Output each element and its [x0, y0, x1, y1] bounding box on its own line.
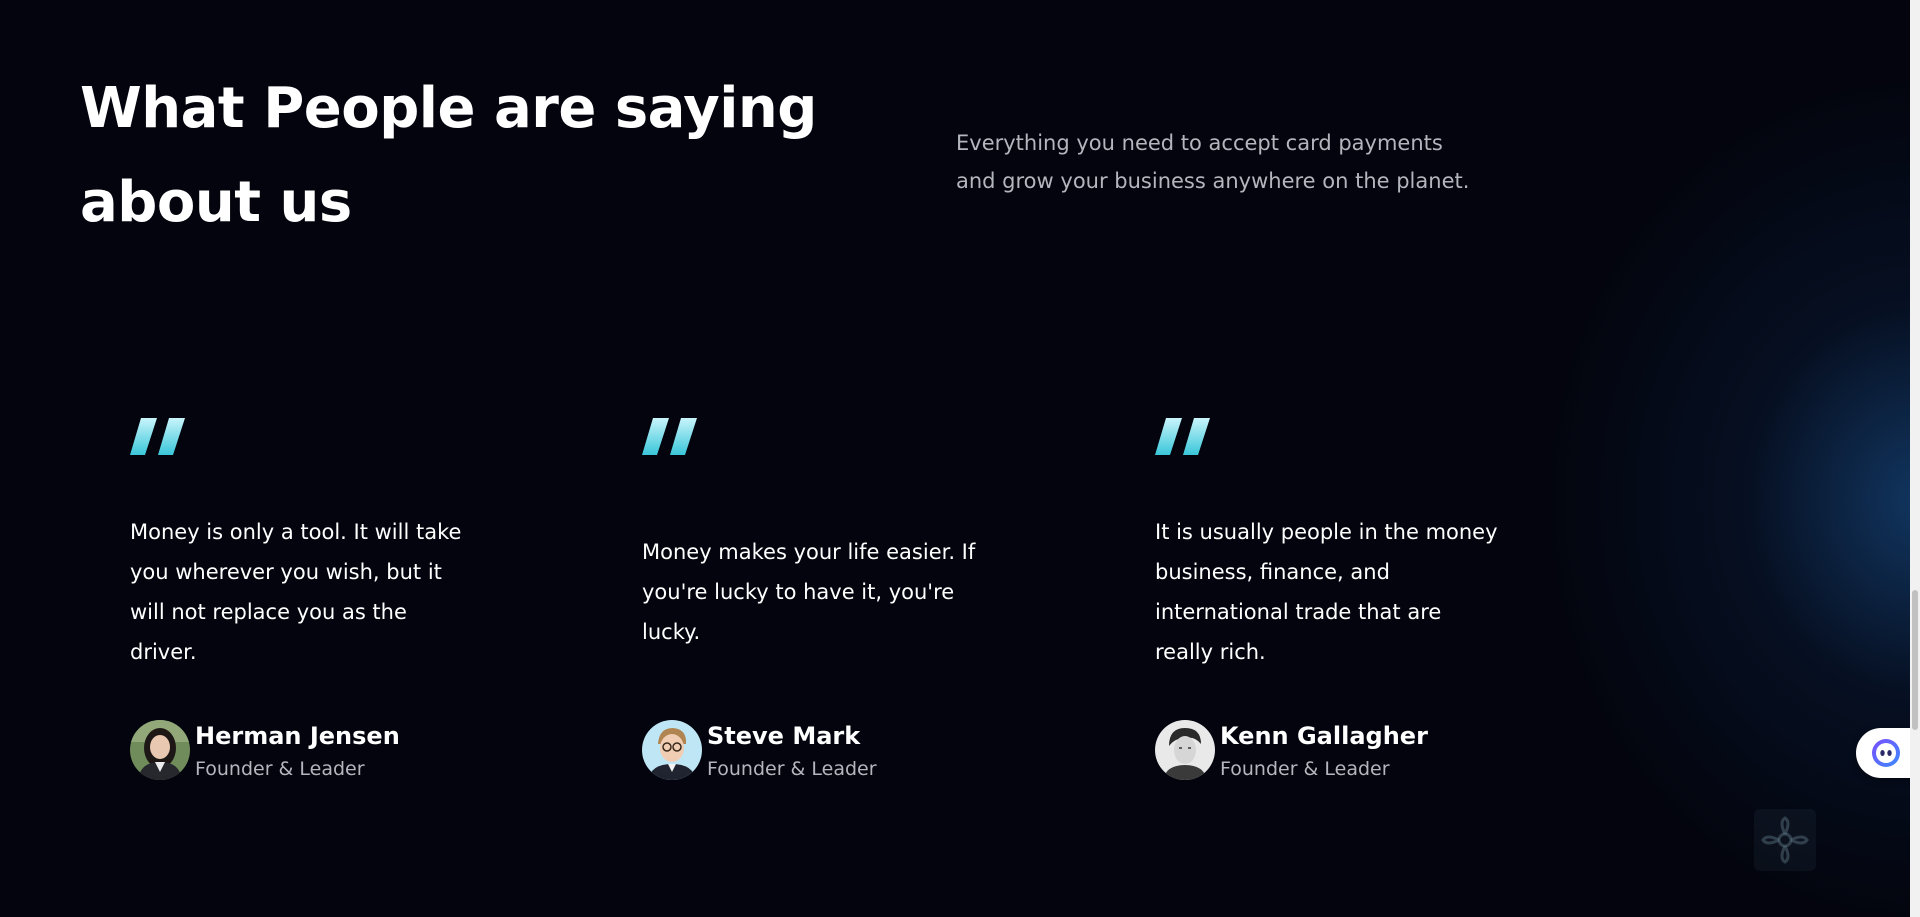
quote-line: will not replace you as the [130, 600, 407, 624]
section-title-line: about us [80, 170, 352, 235]
quote-line: international trade that are [1155, 600, 1442, 624]
testimonial-author: Kenn Gallagher Founder & Leader [1155, 718, 1575, 780]
section-title-line: What People are saying [80, 76, 817, 141]
testimonial-author: Herman Jensen Founder & Leader [130, 718, 550, 780]
testimonial-quote: Money makes your life easier. If you're … [642, 532, 1042, 652]
quote-line: driver. [130, 640, 197, 664]
author-role: Founder & Leader [707, 758, 877, 780]
testimonials-section: What People are saying about us Everythi… [0, 0, 1920, 917]
section-intro-line: and grow your business anywhere on the p… [956, 169, 1470, 193]
avatar [642, 720, 702, 780]
testimonial-card: It is usually people in the money busine… [1155, 418, 1575, 780]
quote-line: Money is only a tool. It will take [130, 520, 462, 544]
chat-assistant-icon [1872, 739, 1900, 767]
author-name: Herman Jensen [195, 722, 400, 750]
testimonial-card: Money makes your life easier. If you're … [642, 418, 1062, 780]
quote-icon [130, 418, 185, 455]
testimonial-quote: Money is only a tool. It will take you w… [130, 512, 530, 672]
avatar [1155, 720, 1215, 780]
quote-line: Money makes your life easier. If [642, 540, 976, 564]
avatar [130, 720, 190, 780]
quote-line: you wherever you wish, but it [130, 560, 442, 584]
flower-logo-icon [1754, 809, 1816, 871]
quote-icon [642, 418, 697, 455]
section-intro: Everything you need to accept card payme… [956, 124, 1556, 200]
quote-icon [1155, 418, 1210, 455]
section-title: What People are saying about us [80, 62, 860, 250]
quote-line: you're lucky to have it, you're [642, 580, 955, 604]
author-role: Founder & Leader [195, 758, 365, 780]
author-role: Founder & Leader [1220, 758, 1390, 780]
quote-line: lucky. [642, 620, 701, 644]
testimonial-author: Steve Mark Founder & Leader [642, 718, 1062, 780]
author-name: Kenn Gallagher [1220, 722, 1428, 750]
testimonial-card: Money is only a tool. It will take you w… [130, 418, 550, 780]
scrollbar-thumb[interactable] [1912, 590, 1918, 730]
author-name: Steve Mark [707, 722, 861, 750]
quote-line: really rich. [1155, 640, 1266, 664]
quote-line: It is usually people in the money [1155, 520, 1498, 544]
testimonial-quote: It is usually people in the money busine… [1155, 512, 1555, 672]
section-intro-line: Everything you need to accept card payme… [956, 131, 1443, 155]
quote-line: business, finance, and [1155, 560, 1390, 584]
vertical-scrollbar[interactable] [1910, 0, 1920, 917]
